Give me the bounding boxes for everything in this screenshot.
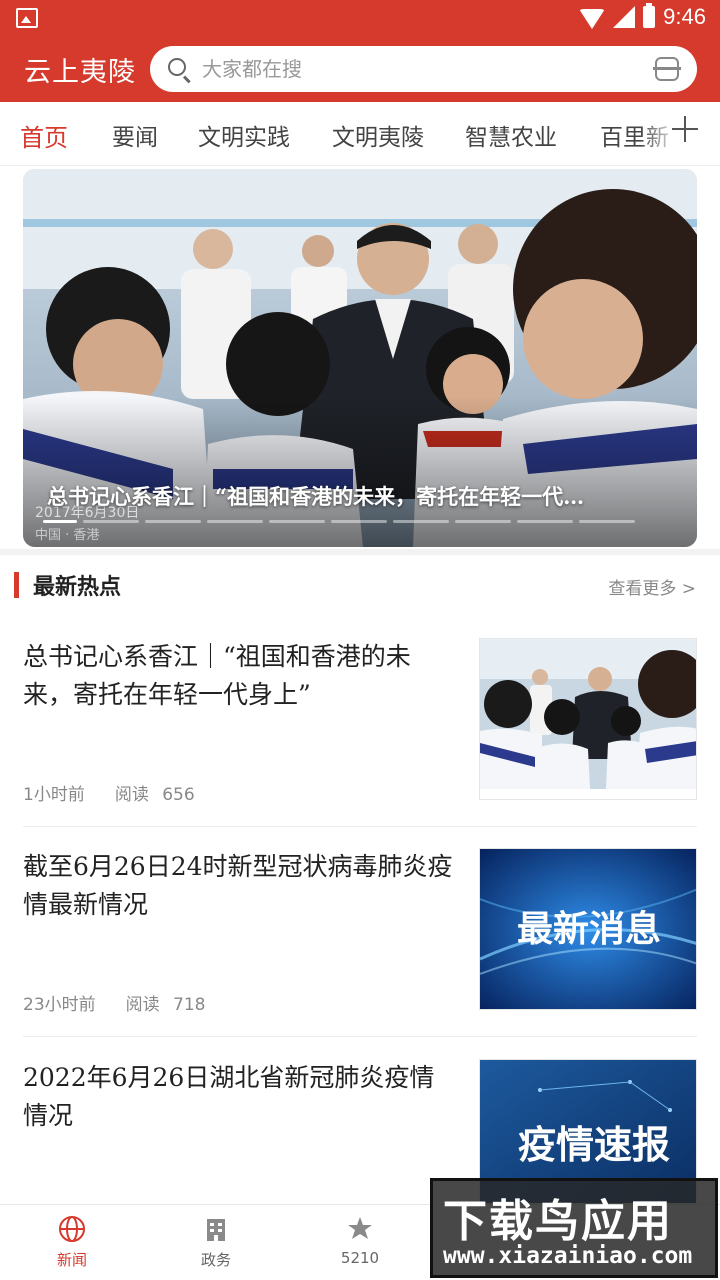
tab-civilization-practice[interactable]: 文明实践: [198, 118, 290, 152]
thumbnail-text: 疫情速报: [518, 1123, 670, 1167]
banner-carousel[interactable]: 2017年6月30日 中国 · 香港 总书记心系香江｜“祖国和香港的未来，寄托在…: [23, 169, 697, 547]
news-read-label: 阅读: [125, 995, 160, 1015]
news-title[interactable]: 截至6月26日24时新型冠状病毒肺炎疫情最新情况: [23, 848, 453, 924]
nav-government[interactable]: 政务: [166, 1215, 266, 1270]
news-separator: [23, 826, 697, 827]
search-box[interactable]: [150, 46, 697, 92]
app-bar: 云上夷陵: [0, 36, 720, 102]
status-indicators: 9:46: [579, 3, 706, 30]
nav-5210-label: 5210: [340, 1249, 380, 1267]
watermark-title: 下载鸟应用: [443, 1196, 673, 1247]
app-title: 云上夷陵: [24, 57, 136, 88]
banner-caption[interactable]: 总书记心系香江｜“祖国和香港的未来，寄托在年轻一代…: [47, 481, 677, 511]
watermark-url: www.xiazainiao.com: [443, 1243, 693, 1269]
thumbnail-graphic: 最新消息: [480, 849, 696, 1009]
nav-news[interactable]: 新闻: [22, 1215, 122, 1270]
tab-smart-agriculture[interactable]: 智慧农业: [465, 118, 557, 152]
building-icon: [207, 1219, 225, 1241]
news-separator: [23, 1036, 697, 1037]
news-thumbnail[interactable]: [479, 638, 697, 800]
add-channel-icon[interactable]: [672, 116, 698, 142]
status-bar: 9:46: [0, 0, 720, 36]
banner-photo-place: 中国 · 香港: [35, 528, 99, 543]
signal-icon: [613, 6, 636, 28]
leaf-icon: [348, 1217, 372, 1239]
news-read-label: 阅读: [114, 785, 149, 805]
carousel-dot: [393, 520, 449, 523]
watermark: 下载鸟应用 www.xiazainiao.com: [430, 1178, 718, 1278]
news-title[interactable]: 总书记心系香江｜“祖国和香港的未来，寄托在年轻一代身上”: [23, 638, 453, 714]
carousel-dot: [43, 520, 77, 523]
carousel-dot: [517, 520, 573, 523]
nav-government-label: 政务: [200, 1251, 231, 1269]
battery-icon: [643, 3, 656, 28]
nav-news-label: 新闻: [56, 1251, 87, 1269]
carousel-dot: [207, 520, 263, 523]
carousel-dot: [331, 520, 387, 523]
carousel-dot: [455, 520, 511, 523]
news-meta: 23小时前 阅读 718: [23, 990, 206, 1015]
carousel-dot: [83, 520, 139, 523]
see-more-link[interactable]: 查看更多 >: [608, 574, 696, 599]
news-item[interactable]: 截至6月26日24时新型冠状病毒肺炎疫情最新情况 23小时前 阅读 718 最新消…: [23, 848, 697, 1036]
tab-headlines[interactable]: 要闻: [112, 118, 158, 152]
carousel-dot: [145, 520, 201, 523]
image-notification-icon: [16, 8, 38, 28]
tab-civilized-yiling[interactable]: 文明夷陵: [332, 118, 424, 152]
tab-home[interactable]: 首页: [20, 118, 68, 153]
section-header: 最新热点 查看更多 >: [0, 560, 720, 610]
section-accent-bar: [14, 572, 19, 598]
globe-icon: [59, 1216, 85, 1242]
carousel-indicator: [43, 520, 635, 523]
news-meta: 1小时前 阅读 656: [23, 780, 195, 805]
news-title[interactable]: 2022年6月26日湖北省新冠肺炎疫情情况: [23, 1059, 453, 1135]
status-time: 9:46: [663, 4, 706, 29]
scan-icon[interactable]: [653, 57, 681, 81]
carousel-dot: [269, 520, 325, 523]
news-time: 23小时前: [23, 995, 96, 1015]
wifi-icon: [579, 9, 606, 29]
news-item[interactable]: 总书记心系香江｜“祖国和香港的未来，寄托在年轻一代身上” 1小时前 阅读 656: [23, 638, 697, 826]
thumbnail-text: 最新消息: [517, 909, 661, 950]
search-icon: [168, 58, 186, 76]
news-thumbnail[interactable]: 最新消息: [479, 848, 697, 1010]
news-time: 1小时前: [23, 785, 85, 805]
carousel-dot: [579, 520, 635, 523]
thumbnail-photo: [480, 639, 696, 799]
search-input[interactable]: [202, 52, 622, 86]
news-read-count: 718: [173, 995, 206, 1015]
channel-tabs: 首页 要闻 文明实践 文明夷陵 智慧农业 百里新: [0, 102, 720, 166]
news-read-count: 656: [162, 785, 195, 805]
nav-5210[interactable]: 5210: [310, 1215, 410, 1267]
section-title: 最新热点: [33, 574, 122, 600]
section-divider: [0, 549, 720, 555]
tabs-scroller[interactable]: 首页 要闻 文明实践 文明夷陵 智慧农业 百里新: [0, 102, 668, 165]
